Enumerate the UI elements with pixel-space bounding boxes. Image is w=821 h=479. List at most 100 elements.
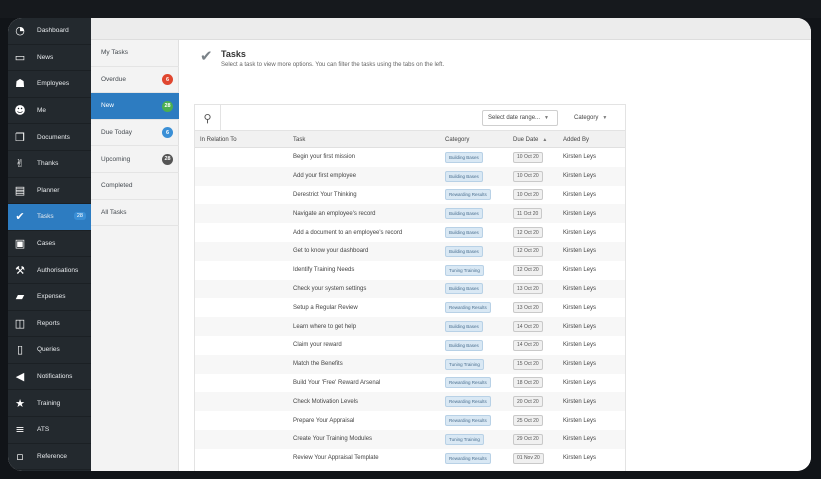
column-header-label: Added By [563,136,590,143]
category-dropdown[interactable]: Category ▼ [565,110,620,126]
reports-icon: ◫ [14,316,26,330]
category-cell: Building Bases [445,317,483,336]
table-row[interactable]: Create Your Training Modules Tuning Train… [195,430,625,449]
table-row[interactable]: Derestrict Your Thinking Rewarding Result… [195,186,625,205]
due-date-cell: 10 Oct 20 [513,167,543,186]
top-strip [0,0,821,18]
count-badge: 28 [162,153,173,165]
task-cell: Navigate an employee's record [293,210,376,217]
table-row[interactable]: Check your system settings Building Bases… [195,279,625,299]
filter-tab-my-tasks[interactable]: My Tasks [91,40,179,67]
due-date-cell: 20 Oct 20 [513,392,543,411]
table-row[interactable]: Claim your reward Building Bases 14 Oct 20… [195,336,625,355]
sidebar-item-label: Queries [37,346,60,354]
sidebar-item-tasks[interactable]: ✔ Tasks 28 [8,204,91,231]
task-cell: Build Your 'Free' Reward Arsenal [293,379,381,386]
filter-tab-label: Overdue [101,75,126,83]
filter-tab-completed[interactable]: Completed [91,173,179,200]
due-date-badge: 10 Oct 20 [513,189,543,201]
table-row[interactable]: Identify Training Needs Tuning Training 12… [195,261,625,280]
added-by-cell: Kirsten Leys [563,398,597,405]
category-cell: Building Bases [445,280,483,299]
sidebar-item-reference[interactable]: ▫ Reference [8,444,91,471]
chevron-down-icon: ▼ [602,115,608,121]
sidebar-item-dashboard[interactable]: ◔ Dashboard [8,18,91,45]
category-badge: Building Bases [445,339,483,351]
sidebar-item-reports[interactable]: ◫ Reports [8,311,91,338]
sidebar-item-authorisations[interactable]: ⚒ Authorisations [8,257,91,284]
sidebar-item-cases[interactable]: ▣ Cases [8,231,91,258]
due-date-badge: 10 Oct 20 [513,170,543,182]
date-range-select[interactable]: Select date range... ▼ [482,110,558,126]
filter-tab-label: Due Today [101,129,132,137]
list-icon: ≡ [15,423,25,437]
added-by-cell: Kirsten Leys [563,323,597,330]
sidebar-item-planner[interactable]: ▤ Planner [8,178,91,205]
sidebar-item-queries[interactable]: ▯ Queries [8,337,91,364]
task-cell: Begin your first mission [293,154,356,161]
sidebar-item-label: Authorisations [37,266,79,274]
tasks-check-icon: ✔ [200,47,213,65]
sidebar-item-me[interactable]: ☻ Me [8,98,91,125]
filter-tab-new[interactable]: New 28 [91,93,179,120]
sidebar-item-ats[interactable]: ≡ ATS [8,417,91,444]
category-cell: Rewarding Results [445,411,491,430]
task-cell: Prepare Your Appraisal [293,417,355,424]
table-row[interactable]: Navigate an employee's record Building Ba… [195,204,625,224]
due-date-badge: 12 Oct 20 [513,264,543,276]
tv-icon: ▭ [14,50,26,64]
sidebar-item-thanks[interactable]: ✌ Thanks [8,151,91,178]
due-date-cell: 11 Oct 20 [513,204,543,223]
column-header-due-date[interactable]: Due Date ▲ [513,131,547,148]
table-row[interactable]: Learn where to get help Building Bases 14 … [195,317,625,336]
filter-tab-all-tasks[interactable]: All Tasks [91,200,179,227]
sidebar-item-training[interactable]: ★ Training [8,390,91,417]
category-cell: Tuning Training [445,261,484,280]
table-row[interactable]: Review Your Appraisal Template Rewarding … [195,449,625,468]
due-date-badge: 14 Oct 20 [513,339,543,351]
sidebar-item-notifications[interactable]: ◀ Notifications [8,364,91,391]
column-header-in-relation-to[interactable]: In Relation To [200,131,237,148]
table-row[interactable]: Add your first employee Building Bases 10 … [195,166,625,186]
table-row[interactable]: Begin your first mission Building Bases 10… [195,148,625,167]
added-by-cell: Kirsten Leys [563,379,597,386]
due-date-cell: 15 Oct 20 [513,355,543,374]
column-header-task[interactable]: Task [293,131,305,148]
filter-tab-overdue[interactable]: Overdue 6 [91,67,179,94]
task-cell: Setup a Regular Review [293,304,358,311]
table-toolbar: ⚲ Select date range... ▼ Category ▼ [195,105,625,131]
category-badge: Building Bases [445,283,483,295]
table-row[interactable]: Match the Benefits Tuning Training 15 Oct … [195,354,625,374]
page-description: Select a task to view more options. You … [221,62,445,68]
filter-tab-label: New [101,102,115,110]
category-badge: Rewarding Results [445,302,491,314]
column-header-added-by[interactable]: Added By [563,131,589,148]
task-cell: Match the Benefits [293,361,343,368]
due-date-cell: 29 Oct 20 [513,430,543,449]
category-cell: Tuning Training [445,430,484,449]
sidebar-item-employees[interactable]: ☗ Employees [8,71,91,98]
column-header-category[interactable]: Category [445,131,469,148]
sidebar-item-expenses[interactable]: ▰ Expenses [8,284,91,311]
due-date-badge: 29 Oct 20 [513,433,543,445]
category-badge: Rewarding Results [445,189,491,201]
table-row[interactable]: Check Motivation Levels Rewarding Results… [195,392,625,412]
sidebar-item-documents[interactable]: ❐ Documents [8,124,91,151]
table-row[interactable]: Add a document to an employee's record Bu… [195,223,625,242]
category-badge: Rewarding Results [445,396,491,408]
task-cell: Review Your Appraisal Template [293,455,379,462]
task-cell: Get to know your dashboard [293,248,369,255]
sidebar-item-news[interactable]: ▭ News [8,45,91,72]
filter-tab-due-today[interactable]: Due Today 6 [91,120,179,147]
table-row[interactable]: Build Your 'Free' Reward Arsenal Rewardin… [195,374,625,393]
search-icon[interactable]: ⚲ [195,105,221,131]
category-cell: Tuning Training [445,355,484,374]
table-row[interactable]: Setup a Regular Review Rewarding Results 1… [195,298,625,317]
sidebar-item-label: Training [37,399,61,407]
table-row[interactable]: Prepare Your Appraisal Rewarding Results 2… [195,411,625,430]
due-date-badge: 14 Oct 20 [513,321,543,333]
documents-icon: ❐ [15,130,25,144]
table-row[interactable]: Get to know your dashboard Building Bases… [195,242,625,261]
category-cell: Building Bases [445,336,483,355]
filter-tab-upcoming[interactable]: Upcoming 28 [91,146,179,173]
